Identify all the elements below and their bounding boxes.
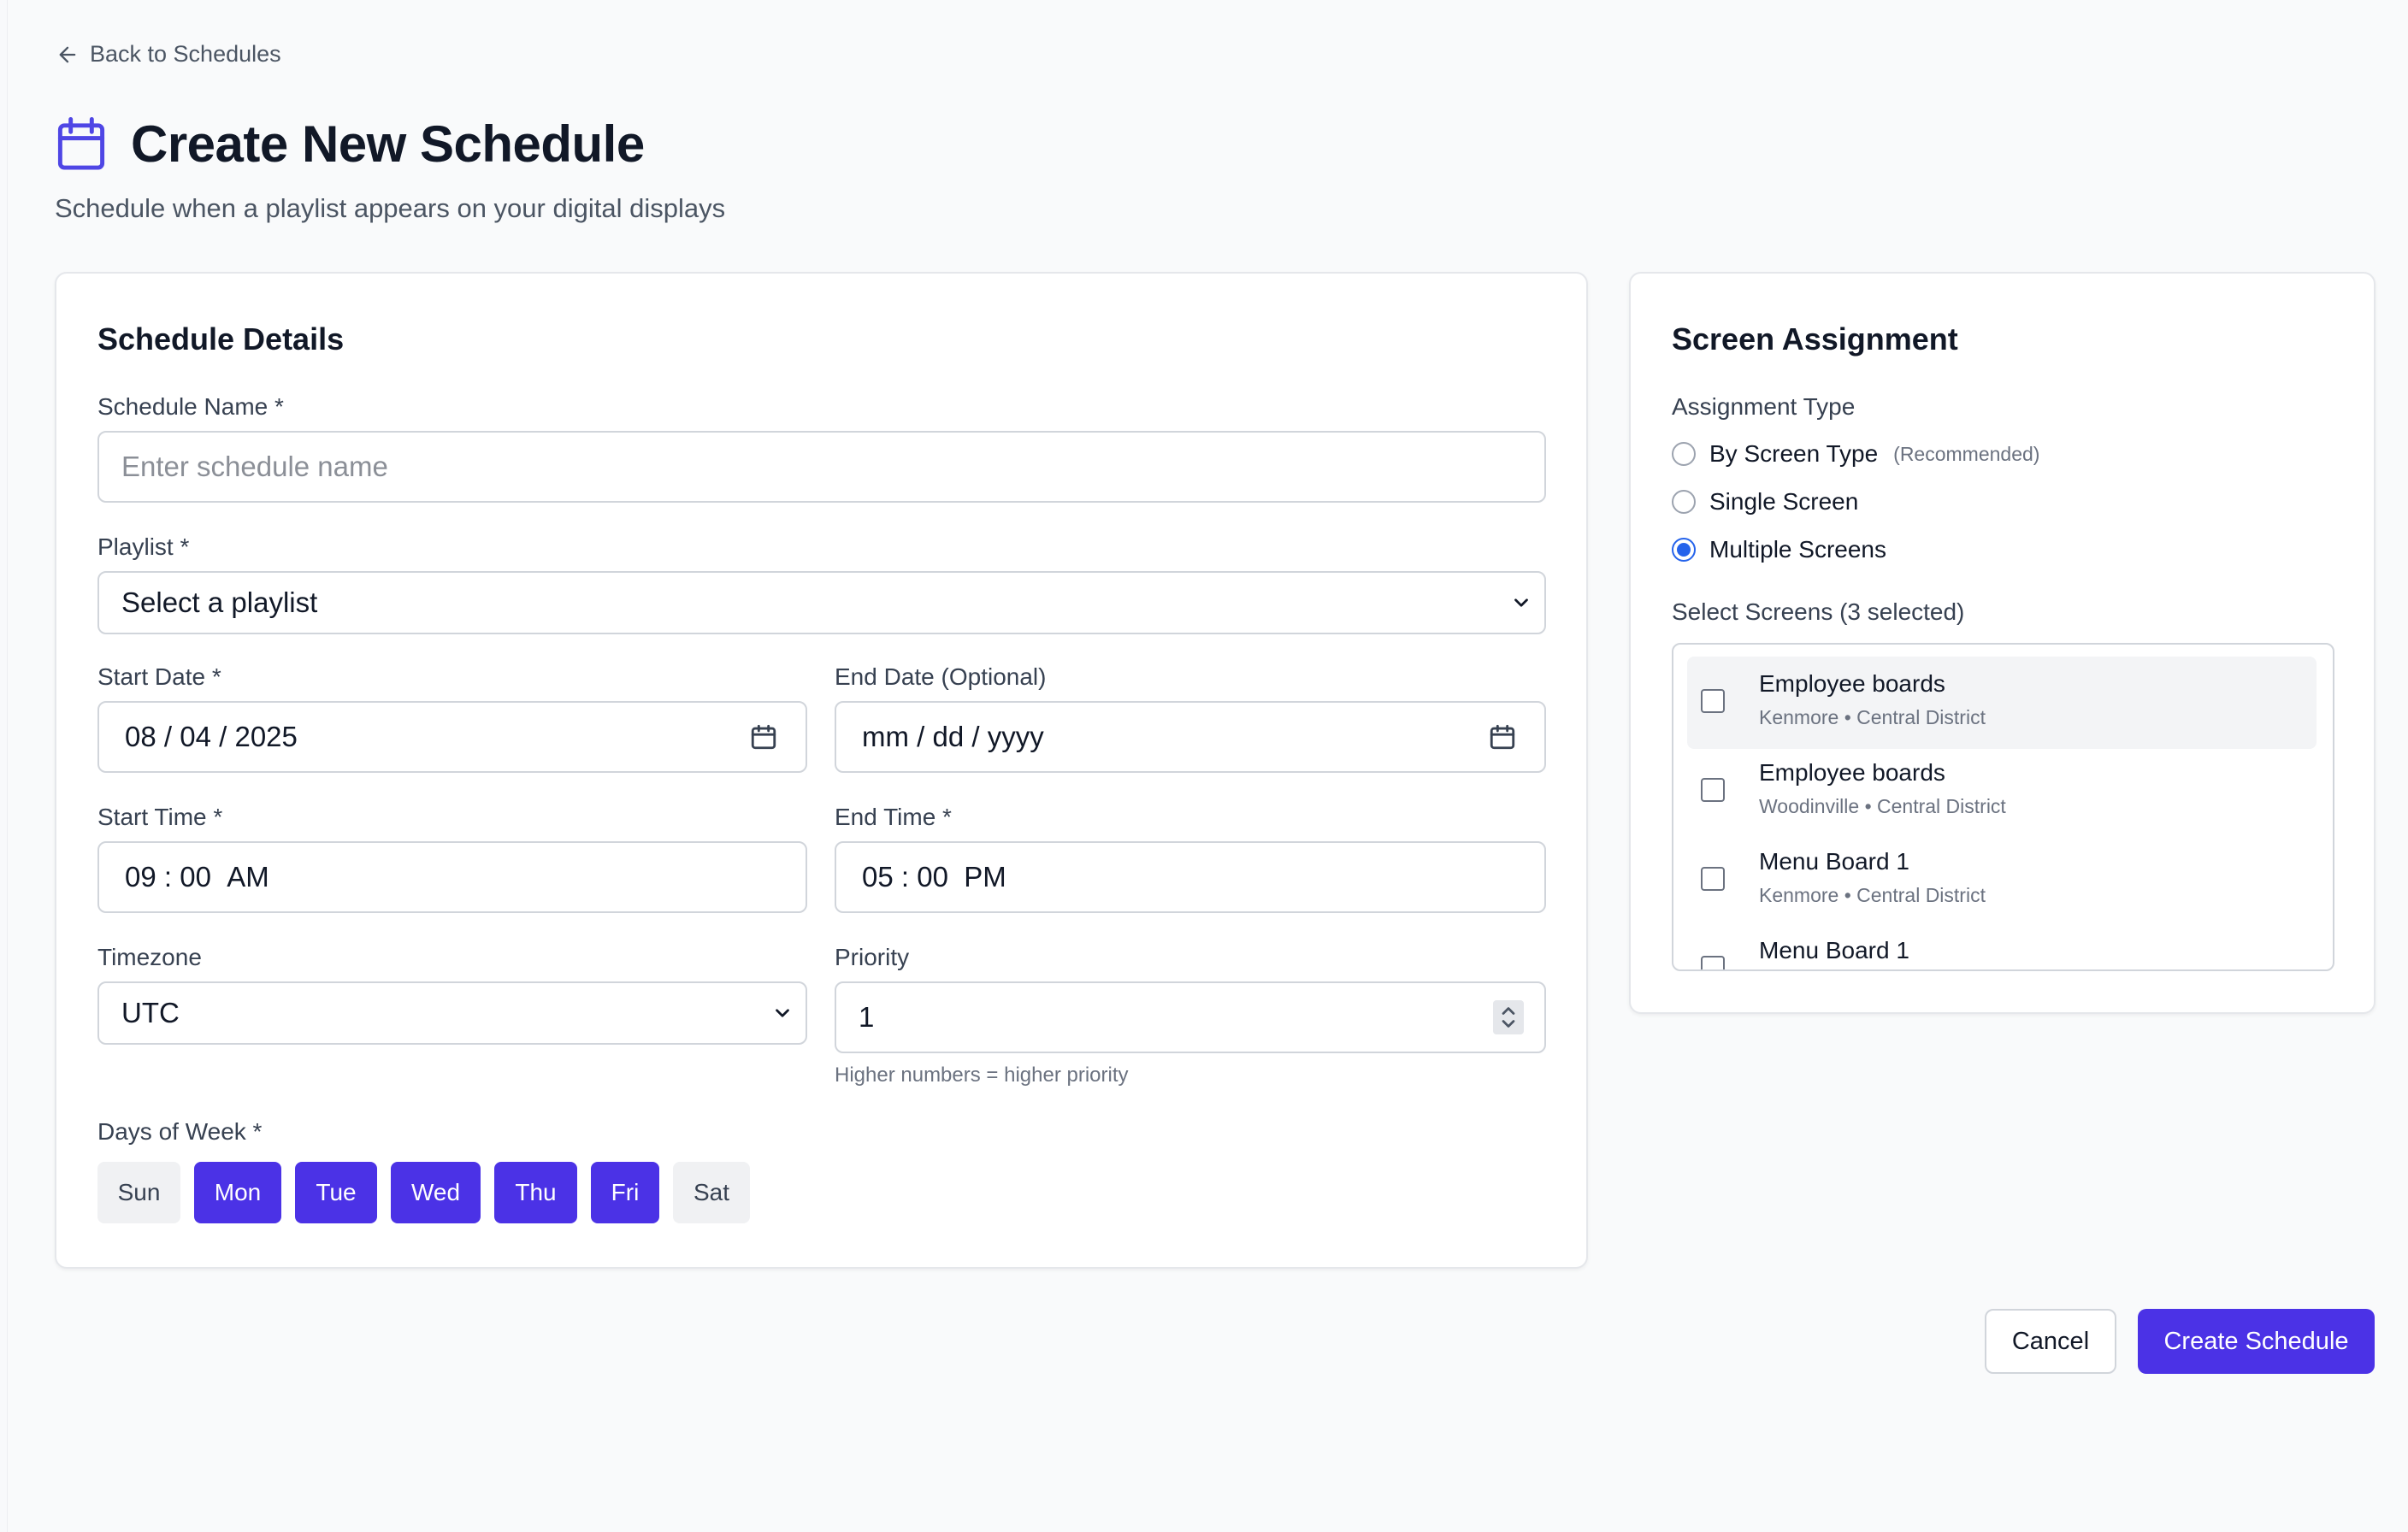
screen-assignment-card: Screen Assignment Assignment Type By Scr…: [1629, 272, 2376, 1014]
arrow-left-icon: [59, 46, 76, 62]
radio-label: Multiple Screens: [1709, 536, 1886, 563]
days-of-week-label: Days of Week *: [97, 1118, 263, 1145]
day-toggle-fri[interactable]: Fri: [591, 1162, 659, 1223]
priority-stepper[interactable]: [1493, 1000, 1524, 1034]
schedule-name-input[interactable]: Enter schedule name: [97, 431, 1546, 503]
screen-name: Employee boards: [1759, 670, 1945, 697]
schedule-name-placeholder: Enter schedule name: [121, 451, 388, 482]
screen-assignment-title: Screen Assignment: [1672, 321, 1958, 356]
day-toggle-tue[interactable]: Tue: [295, 1162, 377, 1223]
screen-checkbox[interactable]: [1701, 778, 1725, 802]
page-subtitle: Schedule when a playlist appears on your…: [55, 193, 726, 223]
radio-by-screen-type[interactable]: By Screen Type (Recommended): [1672, 440, 2039, 468]
screen-list-item[interactable]: Employee boards Woodinville • Central Di…: [1687, 745, 2317, 838]
assignment-type-label: Assignment Type: [1672, 393, 1856, 420]
screen-location: Kenmore • Central District: [1759, 884, 1986, 906]
screen-checkbox[interactable]: [1701, 956, 1725, 969]
end-date-value: mm / dd / yyyy: [862, 721, 1044, 752]
end-time-input[interactable]: 05 : 00 PM: [835, 841, 1546, 913]
timezone-select[interactable]: UTC: [97, 981, 807, 1045]
days-of-week-group: Sun Mon Tue Wed Thu Fri Sat: [97, 1162, 750, 1223]
cancel-button[interactable]: Cancel: [1985, 1309, 2116, 1374]
radio-label: Single Screen: [1709, 488, 1859, 515]
calendar-icon: [57, 116, 105, 170]
screen-location: Woodinville • Central District: [1759, 795, 2006, 817]
end-date-label: End Date (Optional): [835, 663, 1047, 690]
end-date-input[interactable]: mm / dd / yyyy: [835, 701, 1546, 773]
day-toggle-wed[interactable]: Wed: [391, 1162, 481, 1223]
radio-button-checked[interactable]: [1672, 538, 1696, 562]
start-date-label: Start Date *: [97, 663, 221, 690]
select-screens-label: Select Screens (3 selected): [1672, 598, 1965, 625]
screen-checkbox[interactable]: [1701, 867, 1725, 891]
screen-name: Menu Board 1: [1759, 848, 1909, 875]
chevron-down-icon: [776, 1009, 789, 1017]
schedule-details-card: Schedule Details Schedule Name * Enter s…: [55, 272, 1588, 1269]
page: Back to Schedules Create New Schedule Sc…: [7, 0, 2408, 1532]
timezone-label: Timezone: [97, 944, 202, 970]
start-date-input[interactable]: 08 / 04 / 2025: [97, 701, 807, 773]
radio-multiple-screens[interactable]: Multiple Screens: [1672, 536, 1886, 563]
create-schedule-button[interactable]: Create Schedule: [2138, 1309, 2375, 1374]
end-time-label: End Time *: [835, 804, 952, 830]
day-toggle-sun[interactable]: Sun: [97, 1162, 180, 1223]
start-time-value: 09 : 00 AM: [125, 861, 269, 893]
radio-button[interactable]: [1672, 442, 1696, 466]
page-header: Create New Schedule: [56, 115, 645, 174]
screen-list-item[interactable]: Employee boards Kenmore • Central Distri…: [1687, 657, 2317, 749]
screen-list-item[interactable]: Menu Board 1: [1687, 923, 2317, 969]
back-to-schedules-link[interactable]: Back to Schedules: [56, 41, 281, 68]
timezone-selected: UTC: [121, 997, 180, 1028]
screen-checkbox[interactable]: [1701, 689, 1725, 713]
page-title: Create New Schedule: [131, 115, 645, 173]
stepper-arrows-icon: [1502, 1007, 1515, 1028]
playlist-select[interactable]: Select a playlist: [97, 571, 1546, 634]
start-time-label: Start Time *: [97, 804, 223, 830]
playlist-label: Playlist *: [97, 533, 190, 560]
day-toggle-mon[interactable]: Mon: [194, 1162, 281, 1223]
screen-name: Menu Board 1: [1759, 937, 1909, 963]
calendar-picker-icon[interactable]: [749, 722, 778, 751]
end-time-value: 05 : 00 PM: [862, 861, 1006, 893]
playlist-selected: Select a playlist: [121, 586, 318, 618]
start-date-value: 08 / 04 / 2025: [125, 721, 298, 752]
schedule-name-label: Schedule Name *: [97, 393, 284, 420]
screen-location: Kenmore • Central District: [1759, 706, 1986, 728]
screen-name: Employee boards: [1759, 759, 1945, 786]
priority-input[interactable]: 1: [835, 981, 1546, 1053]
radio-single-screen[interactable]: Single Screen: [1672, 488, 1858, 516]
priority-hint: Higher numbers = higher priority: [835, 1064, 1129, 1087]
day-toggle-thu[interactable]: Thu: [494, 1162, 577, 1223]
priority-label: Priority: [835, 944, 910, 970]
back-link-label: Back to Schedules: [90, 41, 281, 67]
radio-label: By Screen Type: [1709, 440, 1879, 467]
start-time-input[interactable]: 09 : 00 AM: [97, 841, 807, 913]
calendar-picker-icon[interactable]: [1488, 722, 1517, 751]
screen-list-item[interactable]: Menu Board 1 Kenmore • Central District: [1687, 834, 2317, 927]
priority-value: 1: [859, 1001, 875, 1033]
screen-list[interactable]: Employee boards Kenmore • Central Distri…: [1672, 643, 2334, 971]
schedule-details-title: Schedule Details: [97, 321, 345, 356]
radio-button[interactable]: [1672, 490, 1696, 514]
recommended-note: (Recommended): [1893, 442, 2040, 465]
day-toggle-sat[interactable]: Sat: [673, 1162, 750, 1223]
chevron-down-icon: [1514, 598, 1528, 607]
